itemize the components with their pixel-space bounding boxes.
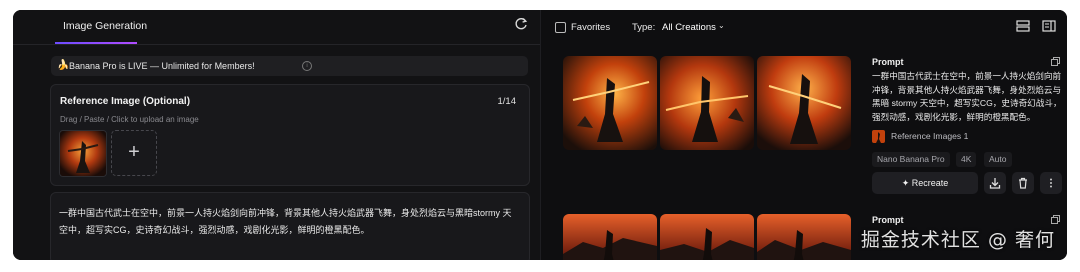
resolution-tag: 4K [956, 152, 977, 167]
download-icon [989, 178, 1001, 189]
reference-image-card[interactable]: Reference Image (Optional) 1/14 Drag / P… [50, 84, 530, 186]
creations-panel: Favorites Type: All Creations ⌄ Prompt 一… [540, 10, 1067, 260]
creation-image[interactable] [563, 56, 657, 150]
chevron-down-icon[interactable]: ⌄ [718, 21, 725, 30]
reference-thumbnail-icon [872, 130, 885, 143]
prompt-label: Prompt [872, 215, 904, 225]
info-icon[interactable]: i [302, 61, 312, 71]
type-filter-label: Type: [632, 22, 656, 33]
tab-image-generation[interactable]: Image Generation [63, 20, 147, 32]
more-vertical-icon [1050, 178, 1052, 188]
copy-icon[interactable] [1051, 57, 1060, 66]
generation-panel: Image Generation 🍌 Banana Pro is LIVE — … [13, 10, 540, 260]
sparkle-icon: ✦ [901, 178, 912, 188]
promo-banner[interactable]: 🍌 Banana Pro is LIVE — Unlimited for Mem… [51, 56, 528, 76]
prompt-label: Prompt [872, 57, 904, 67]
prompt-text: 一群中国古代武士在空中，前景一人持火焰剑向前冲锋，背景其他人持火焰武器飞舞，身处… [59, 208, 512, 235]
banner-text: Banana Pro is LIVE — Unlimited for Membe… [69, 61, 255, 71]
favorites-label[interactable]: Favorites [571, 22, 610, 33]
copy-icon[interactable] [1051, 215, 1060, 224]
creation-prompt-text: 一群中国古代武士在空中，前景一人持火焰剑向前冲锋，背景其他人持火焰武器飞舞，身处… [872, 71, 1062, 122]
reference-hint: Drag / Paste / Click to upload an image [60, 115, 199, 124]
creation-image[interactable] [660, 214, 754, 260]
creation-image[interactable] [563, 214, 657, 260]
creation-image[interactable] [660, 56, 754, 150]
reference-thumbnail[interactable] [59, 130, 107, 177]
list-view-icon[interactable] [1016, 20, 1030, 32]
app-window: Image Generation 🍌 Banana Pro is LIVE — … [13, 10, 1067, 260]
watermark: 掘金技术社区 @ 奢何 [860, 229, 1055, 251]
model-tag: Nano Banana Pro [872, 152, 950, 167]
creation-image[interactable] [757, 214, 851, 260]
type-filter-dropdown[interactable]: All Creations [662, 22, 716, 33]
detail-view-icon[interactable] [1042, 20, 1056, 32]
more-options-button[interactable] [1040, 172, 1062, 194]
delete-button[interactable] [1012, 172, 1034, 194]
recreate-label: Recreate [911, 178, 949, 188]
reference-images-label: Reference Images 1 [891, 131, 969, 141]
creation-image[interactable] [757, 56, 851, 150]
favorites-checkbox[interactable] [555, 22, 566, 33]
recreate-button[interactable]: ✦ Recreate [872, 172, 978, 194]
prompt-input[interactable]: 一群中国古代武士在空中，前景一人持火焰剑向前冲锋，背景其他人持火焰武器飞舞，身处… [50, 192, 530, 260]
reference-count: 1/14 [497, 96, 517, 107]
trash-icon [1019, 177, 1027, 189]
add-reference-button[interactable]: + [111, 130, 157, 176]
download-button[interactable] [984, 172, 1006, 194]
reference-title: Reference Image (Optional) [60, 96, 191, 107]
banana-icon: 🍌 [57, 60, 70, 71]
ratio-tag: Auto [984, 152, 1012, 167]
tab-bar: Image Generation [13, 10, 540, 45]
refresh-icon[interactable] [513, 16, 529, 32]
active-tab-indicator [55, 42, 137, 44]
